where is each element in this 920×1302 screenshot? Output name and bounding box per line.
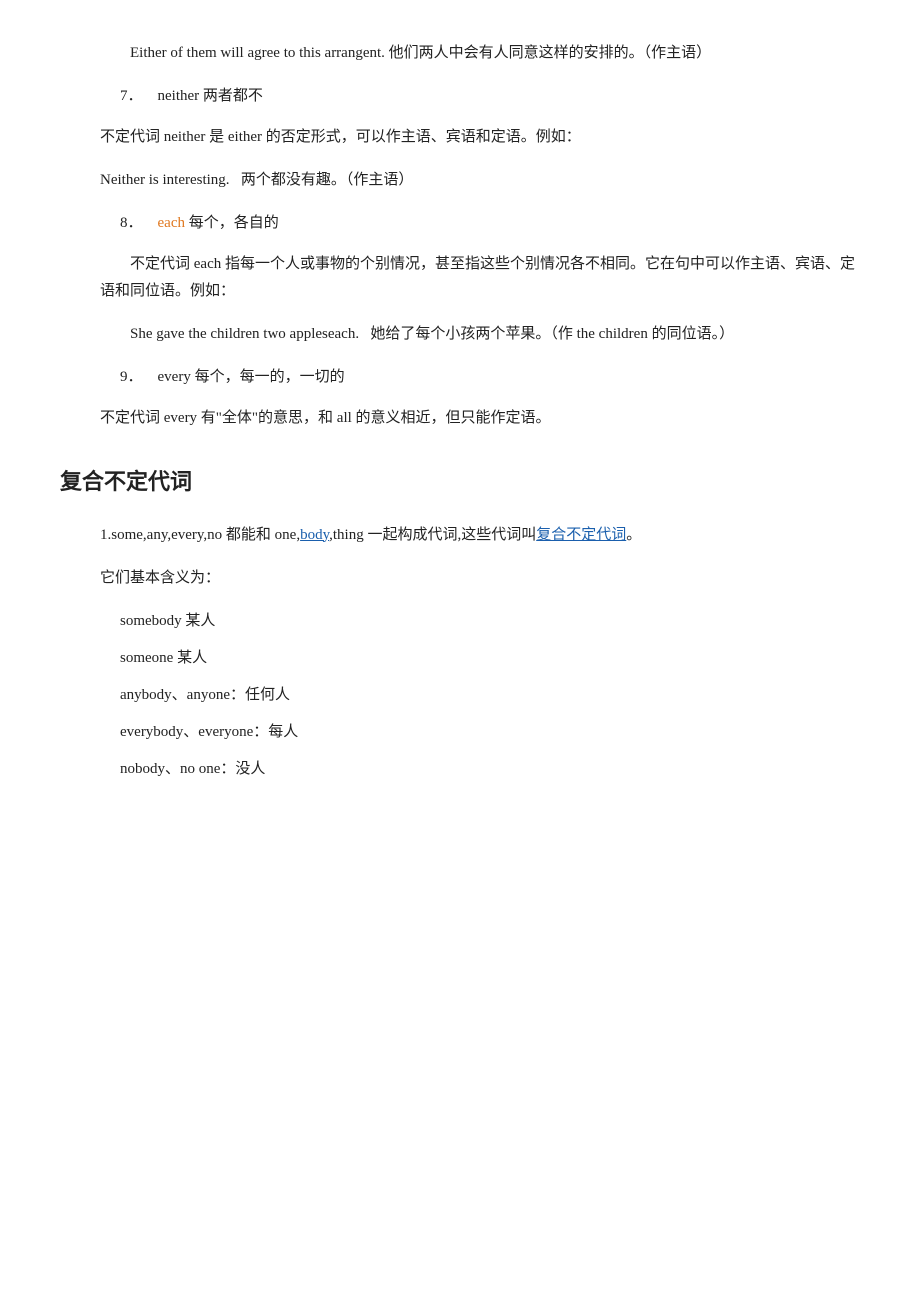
paragraph-either: Either of them will agree to this arrang… <box>60 40 860 67</box>
item-8-description: 每个，各自的 <box>189 215 279 231</box>
item-7-example-en: Neither is interesting. <box>100 172 230 188</box>
word-everybody: everybody、everyone：每人 <box>120 724 298 740</box>
compound-text-end: 。 <box>626 527 641 543</box>
item-7-keyword: neither <box>158 88 200 104</box>
compound-text-before: 1.some,any,every,no 都能和 one, <box>100 527 300 543</box>
list-item-nobody: nobody、no one：没人 <box>60 756 860 783</box>
item-9-description: 每个，每一的，一切的 <box>195 369 345 385</box>
item-8-keyword: each <box>158 215 185 231</box>
item-8-desc: 不定代词 each 指每一个人或事物的个别情况，甚至指这些个别情况各不相同。它在… <box>60 251 860 305</box>
compound-keyword-body: body <box>300 527 329 543</box>
item-8-example-en: She gave the children two appleseach. <box>130 326 359 342</box>
item-9-header: 9． every 每个，每一的，一切的 <box>60 364 860 391</box>
item-8-example-cn: 她给了每个小孩两个苹果。（作 the children 的同位语。） <box>370 326 734 342</box>
paragraph-either-cn: 他们两人中会有人同意这样的安排的。（作主语） <box>389 45 712 61</box>
word-somebody: somebody 某人 <box>120 613 215 629</box>
word-nobody: nobody、no one：没人 <box>120 761 265 777</box>
paragraph-either-en: Either of them will agree to this arrang… <box>130 45 385 61</box>
item-7-example: Neither is interesting. 两个都没有趣。（作主语） <box>60 167 860 194</box>
item-8-example: She gave the children two appleseach. 她给… <box>60 321 860 348</box>
section-compound-title: 复合不定代词 <box>60 462 860 502</box>
list-item-someone: someone 某人 <box>60 645 860 672</box>
list-item-everybody: everybody、everyone：每人 <box>60 719 860 746</box>
item-7-number: 7． <box>120 88 143 104</box>
word-anybody: anybody、anyone：任何人 <box>120 687 290 703</box>
item-9-number: 9． <box>120 369 143 385</box>
item-9-desc: 不定代词 every 有"全体"的意思，和 all 的意义相近，但只能作定语。 <box>60 405 860 432</box>
item-7-example-cn: 两个都没有趣。（作主语） <box>241 172 414 188</box>
compound-text-after: ,thing 一起构成代词,这些代词叫 <box>329 527 536 543</box>
item-8-number: 8． <box>120 215 143 231</box>
list-item-anybody: anybody、anyone：任何人 <box>60 682 860 709</box>
item-8-header: 8． each 每个，各自的 <box>60 210 860 237</box>
item-7-desc: 不定代词 neither 是 either 的否定形式，可以作主语、宾语和定语。… <box>60 124 860 151</box>
item-7-header: 7． neither 两者都不 <box>60 83 860 110</box>
list-item-somebody: somebody 某人 <box>60 608 860 635</box>
compound-intro-text: 它们基本含义为： <box>60 565 860 592</box>
item-9-keyword: every <box>158 369 191 385</box>
item-7-description: 两者都不 <box>203 88 263 104</box>
compound-link[interactable]: 复合不定代词 <box>536 527 626 543</box>
word-someone: someone 某人 <box>120 650 207 666</box>
compound-intro-line: 1.some,any,every,no 都能和 one,body,thing 一… <box>60 522 860 549</box>
